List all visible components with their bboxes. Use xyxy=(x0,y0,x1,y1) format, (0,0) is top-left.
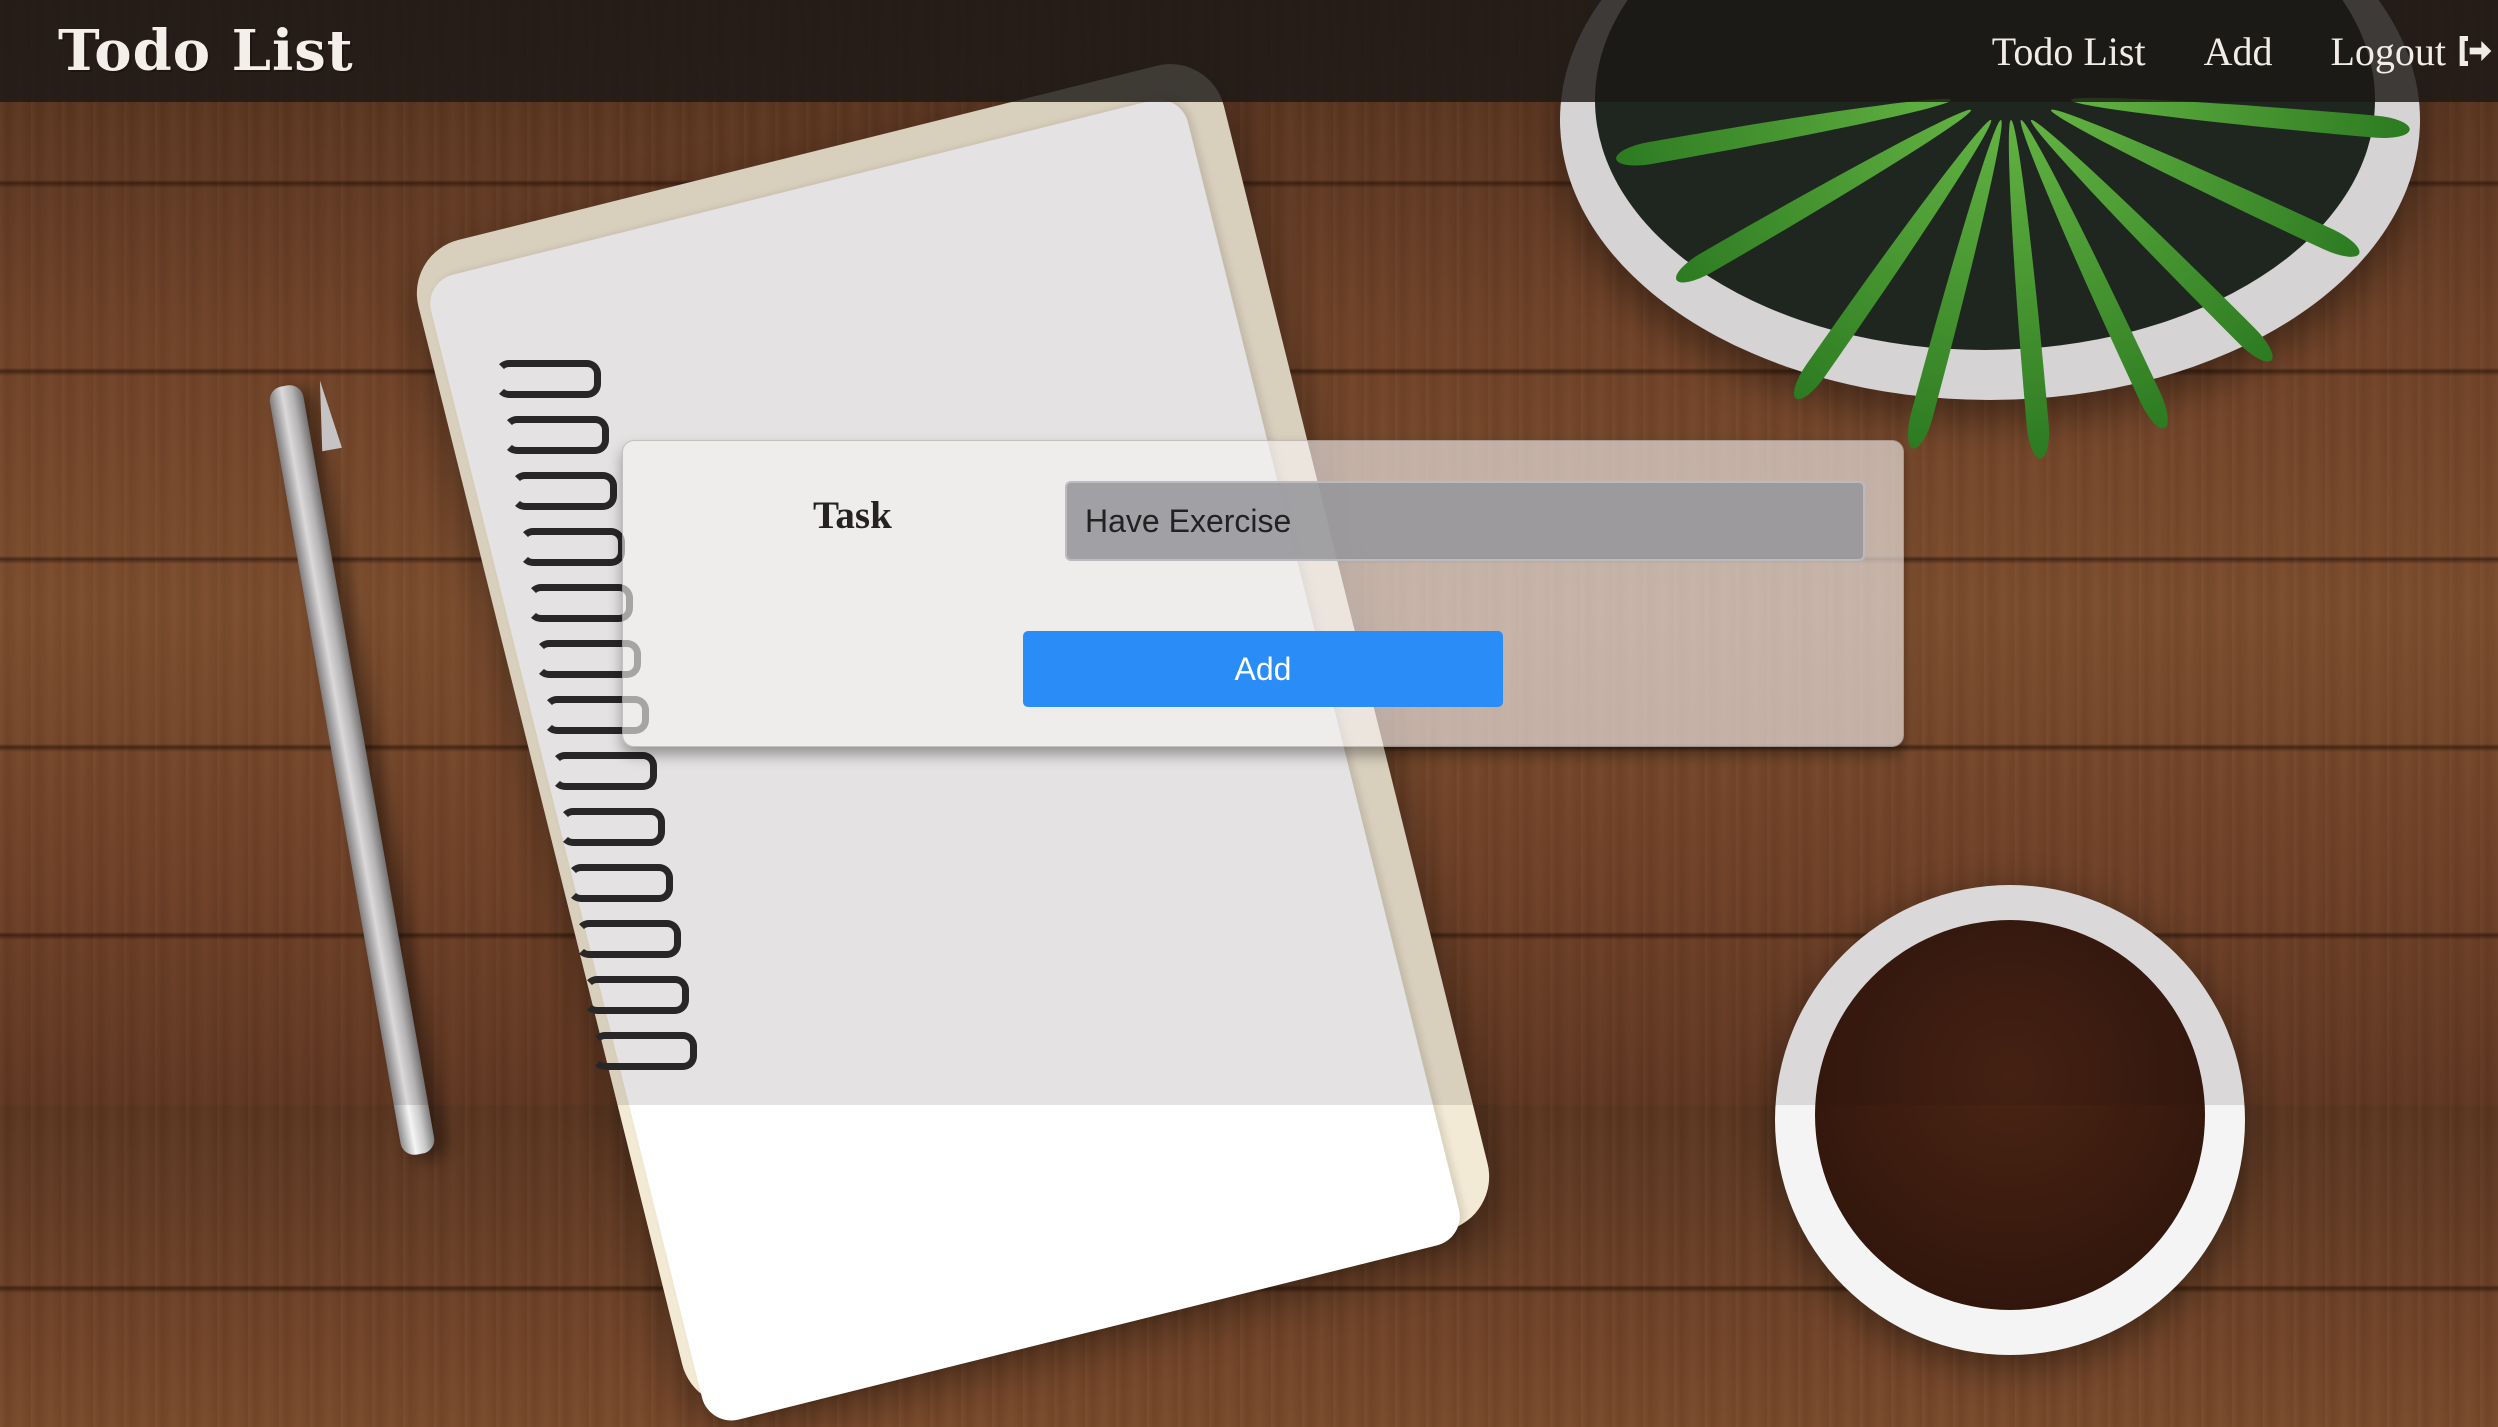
logout-label: Logout xyxy=(2330,28,2446,74)
logout-icon xyxy=(2459,36,2492,66)
nav-link-logout[interactable]: Logout xyxy=(2330,28,2498,75)
navbar: Todo List Todo List Add Logout xyxy=(0,0,2498,102)
task-label: Task xyxy=(813,494,892,537)
brand-logo[interactable]: Todo List xyxy=(58,18,354,84)
nav-link-add[interactable]: Add xyxy=(2204,28,2273,75)
nav-links: Todo List Add Logout xyxy=(1934,28,2498,75)
task-input[interactable] xyxy=(1065,481,1865,561)
nav-link-todo-list[interactable]: Todo List xyxy=(1992,28,2146,75)
add-task-button[interactable]: Add xyxy=(1023,631,1503,707)
add-task-form: Task Add xyxy=(622,440,1904,747)
